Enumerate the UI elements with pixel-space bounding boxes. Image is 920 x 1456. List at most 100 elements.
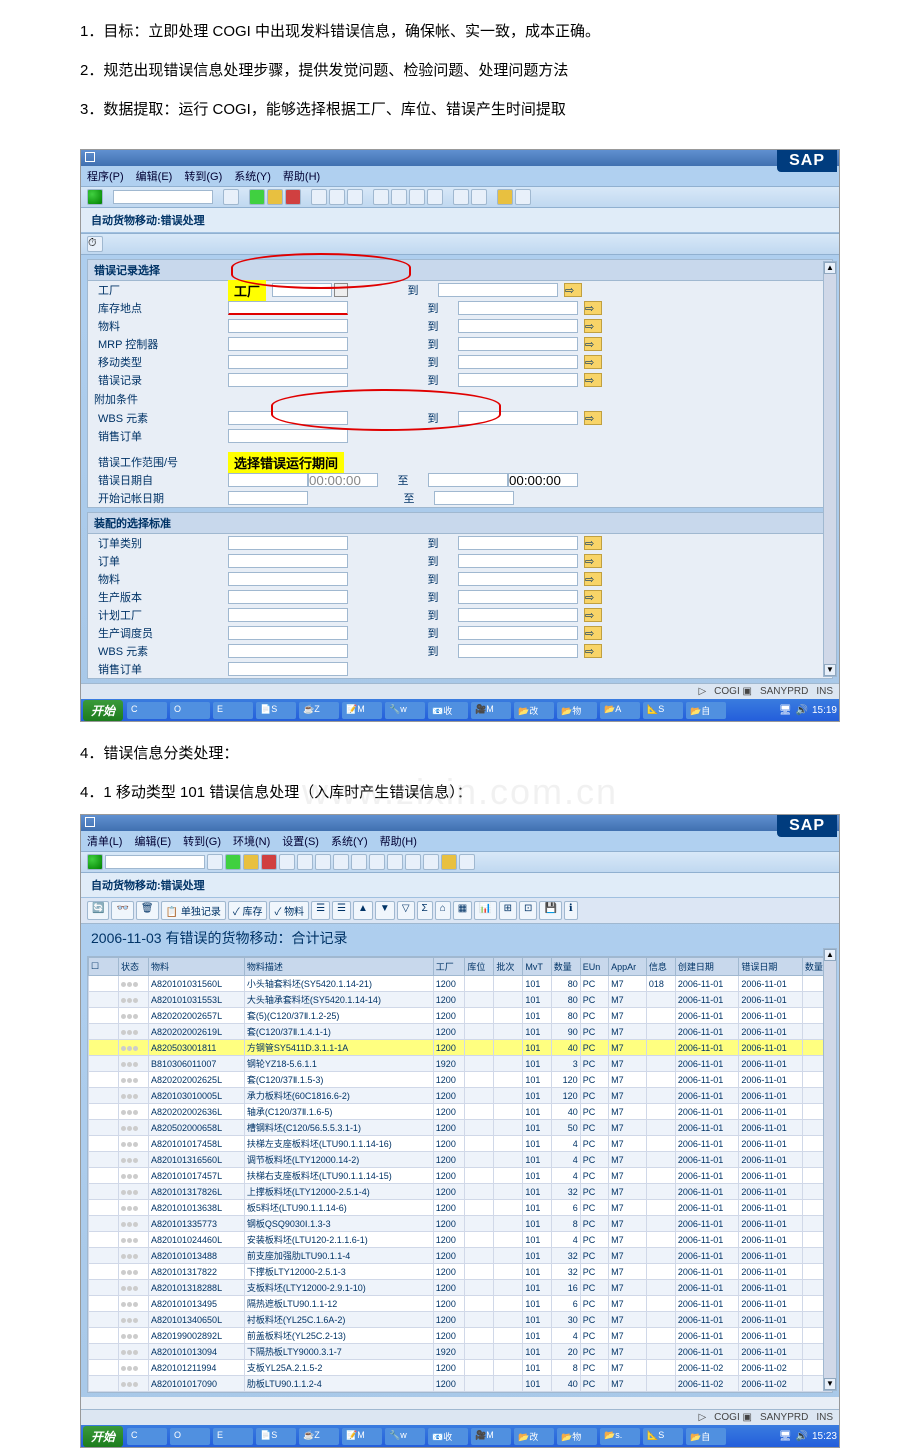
col-header[interactable]: 库位	[465, 958, 494, 976]
subtotal-icon[interactable]: ⌂	[435, 901, 451, 920]
range-button[interactable]: ⇨	[584, 373, 602, 387]
shortcut-icon[interactable]	[423, 854, 439, 870]
print-icon[interactable]	[279, 854, 295, 870]
table-row[interactable]: A820101013094下隔热板LTY9000.3.1-7192010120P…	[89, 1344, 832, 1360]
taskbar-item[interactable]: C	[127, 1428, 167, 1445]
single-record-button[interactable]: 📋 单独记录	[161, 901, 226, 920]
table-row[interactable]: A820101317822下撑板LTY12000-2.5.1-312001013…	[89, 1264, 832, 1280]
layout-icon[interactable]	[515, 189, 531, 205]
sum-icon[interactable]: Σ	[417, 901, 433, 920]
mvt-input[interactable]	[228, 355, 348, 369]
mrp-input[interactable]	[228, 337, 348, 351]
range-button[interactable]: ⇨	[584, 411, 602, 425]
errtime-from-input[interactable]	[308, 473, 378, 487]
taskbar-item[interactable]: 📂物	[557, 1428, 597, 1445]
table-row[interactable]: A820101340650L衬板料坯(YL25C.1.6A-2)12001013…	[89, 1312, 832, 1328]
graph-icon[interactable]: 📊	[474, 901, 496, 920]
col-header[interactable]: AppAr	[609, 958, 647, 976]
back-icon[interactable]	[225, 854, 241, 870]
save-icon[interactable]	[223, 189, 239, 205]
taskbar-item[interactable]: 📂物	[557, 702, 597, 719]
stock-button[interactable]: ✓ 库存	[228, 901, 268, 920]
range-button[interactable]: ⇨	[584, 554, 602, 568]
new-session-icon[interactable]	[405, 854, 421, 870]
menu-env[interactable]: 环境(N)	[233, 833, 270, 849]
mvt-to-input[interactable]	[458, 355, 578, 369]
col-header[interactable]: 批次	[494, 958, 523, 976]
layout-save-icon[interactable]: 💾	[539, 901, 561, 920]
material-b-to-input[interactable]	[458, 572, 578, 586]
taskbar-item[interactable]: C	[127, 702, 167, 719]
range-button[interactable]: ⇨	[584, 301, 602, 315]
enter-icon[interactable]	[87, 189, 103, 205]
find-next-icon[interactable]	[315, 854, 331, 870]
menu-list[interactable]: 清单(L)	[87, 833, 122, 849]
range-button[interactable]: ⇨	[584, 319, 602, 333]
table-row[interactable]: A820101013638L板5料坯(LTU90.1.1.14-6)120010…	[89, 1200, 832, 1216]
errtime-to-input[interactable]	[508, 473, 578, 487]
order-input[interactable]	[228, 554, 348, 568]
taskbar-item[interactable]: O	[170, 702, 210, 719]
errdate-to-input[interactable]	[428, 473, 508, 487]
layout-icon[interactable]	[459, 854, 475, 870]
taskbar-item[interactable]: 🔧w	[385, 1428, 425, 1445]
startdate-to-input[interactable]	[434, 491, 514, 505]
col-header[interactable]: 信息	[646, 958, 675, 976]
first-page-icon[interactable]	[373, 189, 389, 205]
start-button[interactable]: 开始	[83, 1426, 123, 1447]
version-input[interactable]	[228, 590, 348, 604]
cancel-icon[interactable]	[261, 854, 277, 870]
material-input[interactable]	[228, 319, 348, 333]
table-row[interactable]: A820101013488前支座加强肋LTU90.1.1-4120010132P…	[89, 1248, 832, 1264]
col-header[interactable]: EUn	[580, 958, 608, 976]
table-row[interactable]: A820199002892L前盖板料坯(YL25C.2-13)12001014P…	[89, 1328, 832, 1344]
trash-icon[interactable]: 🗑	[136, 901, 159, 920]
taskbar-item[interactable]: 🎥M	[471, 702, 511, 719]
col-header[interactable]: 物料	[149, 958, 245, 976]
first-page-icon[interactable]	[333, 854, 349, 870]
taskbar-item[interactable]: 📐S	[643, 702, 683, 719]
table-row[interactable]: A820101013495隔热遮板LTU90.1.1-1212001016PCM…	[89, 1296, 832, 1312]
cancel-icon[interactable]	[285, 189, 301, 205]
range-button[interactable]: ⇨	[584, 644, 602, 658]
taskbar-item[interactable]: 🎥M	[471, 1428, 511, 1445]
menu-system[interactable]: 系统(Y)	[331, 833, 368, 849]
ordtype-input[interactable]	[228, 536, 348, 550]
col-header[interactable]: 状态	[119, 958, 149, 976]
table-row[interactable]: A820101316560L调节板料坯(LTY12000.14-2)120010…	[89, 1152, 832, 1168]
vertical-scrollbar[interactable]: ▲▼	[823, 261, 837, 677]
print-icon[interactable]	[311, 189, 327, 205]
col-header[interactable]: 创建日期	[675, 958, 738, 976]
range-button[interactable]: ⇨	[584, 337, 602, 351]
menu-program[interactable]: 程序(P)	[87, 168, 124, 184]
export-icon[interactable]: ▦	[453, 901, 472, 920]
glasses-icon[interactable]: 👓	[111, 901, 133, 920]
col-header[interactable]: 物料描述	[244, 958, 433, 976]
save-icon[interactable]	[207, 854, 223, 870]
mrp-to-input[interactable]	[458, 337, 578, 351]
find-icon[interactable]	[329, 189, 345, 205]
wbs-b-input[interactable]	[228, 644, 348, 658]
table-row[interactable]: A820502000658L槽钢料坯(C120/56.5.5.3.1-1)120…	[89, 1120, 832, 1136]
find-next-icon[interactable]	[347, 189, 363, 205]
filter-icon[interactable]: ▽	[397, 901, 415, 920]
layout-change-icon[interactable]: ⊡	[519, 901, 537, 920]
range-button[interactable]: ⇨	[564, 283, 582, 297]
info-icon[interactable]: ℹ	[564, 901, 578, 920]
back-icon[interactable]	[249, 189, 265, 205]
table-row[interactable]: A820101017457L扶梯右支座板料坯(LTU90.1.1.14-15)1…	[89, 1168, 832, 1184]
menu-settings[interactable]: 设置(S)	[282, 833, 319, 849]
material-to-input[interactable]	[458, 319, 578, 333]
table-row[interactable]: A820101017458L扶梯左支座板料坯(LTU90.1.1.14-16)1…	[89, 1136, 832, 1152]
table-row[interactable]: A820202002619L套(C120/37Ⅱ.1.4.1-1)1200101…	[89, 1024, 832, 1040]
taskbar-item[interactable]: 📝M	[342, 702, 382, 719]
taskbar-item[interactable]: 📧收	[428, 702, 468, 719]
start-button[interactable]: 开始	[83, 700, 123, 721]
taskbar-item[interactable]: 🔧w	[385, 702, 425, 719]
col-header[interactable]: 数量	[551, 958, 580, 976]
plant-to-input[interactable]	[438, 283, 558, 297]
ver-to-input[interactable]	[458, 590, 578, 604]
errdate-from-input[interactable]	[228, 473, 308, 487]
table-row[interactable]: A820202002625L套(C120/37Ⅱ.1.5-3)120010112…	[89, 1072, 832, 1088]
range-button[interactable]: ⇨	[584, 608, 602, 622]
